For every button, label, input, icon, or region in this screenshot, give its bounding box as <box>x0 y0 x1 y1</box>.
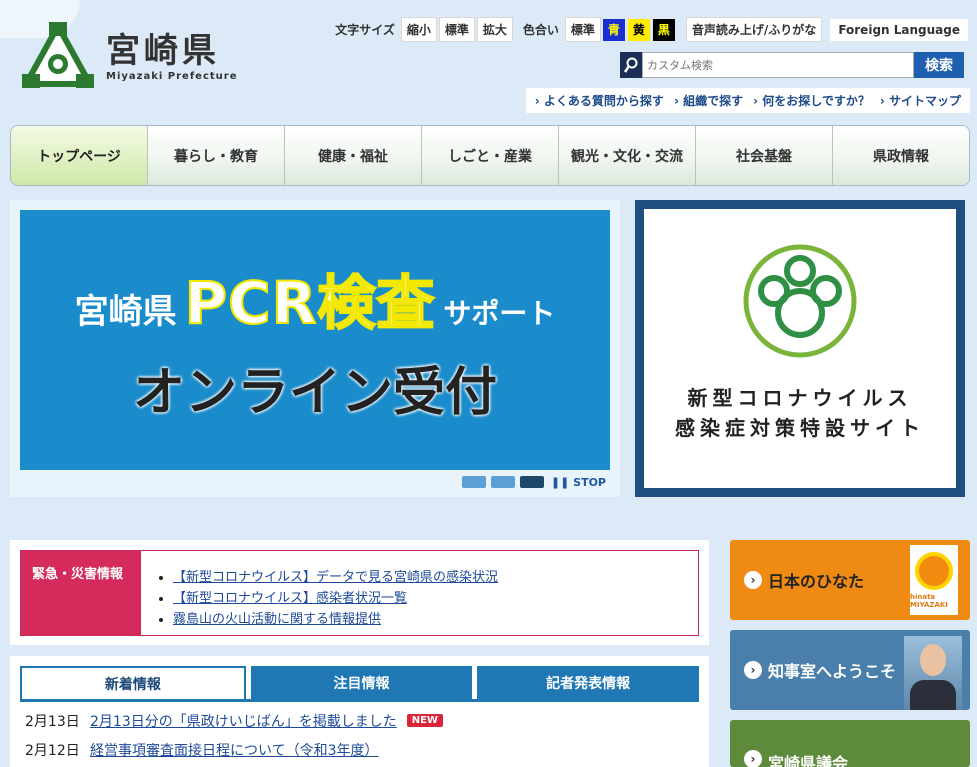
emergency-link[interactable]: 【新型コロナウイルス】感染者状況一覧 <box>173 591 407 606</box>
global-nav: トップページ 暮らし・教育 健康・福祉 しごと・産業 観光・文化・交流 社会基盤… <box>10 125 970 186</box>
tab-featured[interactable]: 注目情報 <box>250 666 473 699</box>
color-label: 色合い <box>522 23 559 37</box>
governor-photo <box>904 636 962 710</box>
list-item: 霧島山の火山活動に関する情報提供 <box>173 609 498 630</box>
font-large-button[interactable]: 拡大 <box>476 17 513 42</box>
slider-stop-button[interactable]: ❚❚ STOP <box>551 476 606 489</box>
corona-banner[interactable]: 新型コロナウイルス 感染症対策特設サイト <box>635 200 965 497</box>
corona-title-2: 感染症対策特設サイト <box>675 416 925 440</box>
quick-links: よくある質問から探す 組織で探す 何をお探しですか？ サイトマップ <box>525 88 970 113</box>
faq-link[interactable]: よくある質問から探す <box>535 92 664 109</box>
nav-work-industry[interactable]: しごと・産業 <box>422 126 559 185</box>
hinata-logo: hinata MIYAZAKI <box>910 545 958 615</box>
slide-indicators <box>457 476 544 488</box>
color-yellow-button[interactable]: 黄 <box>627 18 650 41</box>
nav-infrastructure[interactable]: 社会基盤 <box>696 126 833 185</box>
new-badge: NEW <box>406 714 443 727</box>
emergency-link[interactable]: 【新型コロナウイルス】データで見る宮崎県の感染状況 <box>173 570 498 585</box>
nav-top[interactable]: トップページ <box>11 126 148 185</box>
font-small-button[interactable]: 縮小 <box>400 17 437 42</box>
news-row: 2月12日 経営事項審査面接日程について（令和3年度） <box>20 739 699 760</box>
find-link[interactable]: 何をお探しですか？ <box>753 92 870 109</box>
font-normal-button[interactable]: 標準 <box>438 17 475 42</box>
organization-link[interactable]: 組織で探す <box>674 92 743 109</box>
color-blue-button[interactable]: 青 <box>602 18 625 41</box>
news-link[interactable]: 2月13日分の「県政けいじばん」を掲載しました <box>90 711 397 731</box>
hero-slide-pcr[interactable]: 宮崎県 PCR検査 サポート オンライン受付 <box>20 210 610 470</box>
nav-tourism-culture[interactable]: 観光・文化・交流 <box>559 126 696 185</box>
nav-government[interactable]: 県政情報 <box>833 126 969 185</box>
site-name: 宮崎県 <box>106 30 220 71</box>
slide-dot-active[interactable] <box>520 476 544 488</box>
voice-reading-button[interactable]: 音声読み上げ/ふりがな <box>685 17 823 42</box>
hero-slider: 宮崎県 PCR検査 サポート オンライン受付 ❚❚ STOP <box>10 200 620 497</box>
prefecture-emblem-icon <box>22 22 94 88</box>
search-button[interactable]: 検索 <box>914 52 964 78</box>
site-logo[interactable]: 宮崎県 Miyazaki Prefecture <box>22 22 238 90</box>
chevron-right-icon: › <box>744 750 762 767</box>
nav-health-welfare[interactable]: 健康・福祉 <box>285 126 422 185</box>
stop-label: STOP <box>573 476 606 489</box>
tab-underline <box>20 699 699 702</box>
accessibility-tools: 文字サイズ 縮小 標準 拡大 色合い 標準 青 黄 黒 音声読み上げ/ふりがな … <box>335 17 968 42</box>
font-size-label: 文字サイズ <box>335 23 395 37</box>
search-input[interactable] <box>642 52 914 78</box>
governor-banner[interactable]: › 知事室へようこそ <box>730 630 970 710</box>
chevron-right-icon: › <box>744 661 762 679</box>
news-row: 2月13日 2月13日分の「県政けいじばん」を掲載しました NEW <box>20 710 699 731</box>
governor-label: 知事室へようこそ <box>768 662 897 681</box>
nav-life-education[interactable]: 暮らし・教育 <box>148 126 285 185</box>
list-item: 【新型コロナウイルス】データで見る宮崎県の感染状況 <box>173 567 498 588</box>
foreign-language-button[interactable]: Foreign Language <box>830 18 968 41</box>
tab-latest[interactable]: 新着情報 <box>20 666 246 699</box>
hinata-label: 日本のひなた <box>768 572 865 591</box>
sun-icon <box>915 551 953 590</box>
emergency-info: 緊急・災害情報 【新型コロナウイルス】データで見る宮崎県の感染状況 【新型コロナ… <box>10 540 709 645</box>
slide-dot[interactable] <box>462 476 486 488</box>
hero-support: サポート <box>443 296 556 330</box>
emergency-link[interactable]: 霧島山の火山活動に関する情報提供 <box>173 612 381 627</box>
slide-dot[interactable] <box>491 476 515 488</box>
site-name-roman: Miyazaki Prefecture <box>106 70 238 82</box>
color-black-button[interactable]: 黒 <box>652 18 675 41</box>
news-section: 新着情報 注目情報 記者発表情報 2月13日 2月13日分の「県政けいじばん」を… <box>10 656 709 767</box>
list-item: 【新型コロナウイルス】感染者状況一覧 <box>173 588 498 609</box>
color-normal-button[interactable]: 標準 <box>564 17 601 42</box>
news-date: 2月13日 <box>25 713 80 730</box>
news-link[interactable]: 経営事項審査面接日程について（令和3年度） <box>90 740 379 760</box>
hinata-logo-text: hinata MIYAZAKI <box>910 592 948 609</box>
hero-pcr: PCR検査 <box>184 268 436 338</box>
assembly-banner[interactable]: › 宮崎県議会 <box>730 720 970 767</box>
chevron-right-icon: › <box>744 571 762 589</box>
tab-press[interactable]: 記者発表情報 <box>477 666 700 699</box>
corona-title-1: 新型コロナウイルス <box>687 386 913 410</box>
emergency-list: 【新型コロナウイルス】データで見る宮崎県の感染状況 【新型コロナウイルス】感染者… <box>141 551 498 635</box>
hinata-banner[interactable]: › 日本のひなた hinata MIYAZAKI <box>730 540 970 620</box>
hero-online: オンライン受付 <box>132 362 497 423</box>
search-icon <box>620 52 642 78</box>
news-date: 2月12日 <box>25 742 80 759</box>
site-search: 検索 <box>620 52 964 78</box>
emergency-heading: 緊急・災害情報 <box>21 551 141 635</box>
assembly-label: 宮崎県議会 <box>768 754 849 767</box>
corona-logo-icon <box>743 244 857 358</box>
sitemap-link[interactable]: サイトマップ <box>880 92 961 109</box>
hero-pref: 宮崎県 <box>74 291 177 332</box>
